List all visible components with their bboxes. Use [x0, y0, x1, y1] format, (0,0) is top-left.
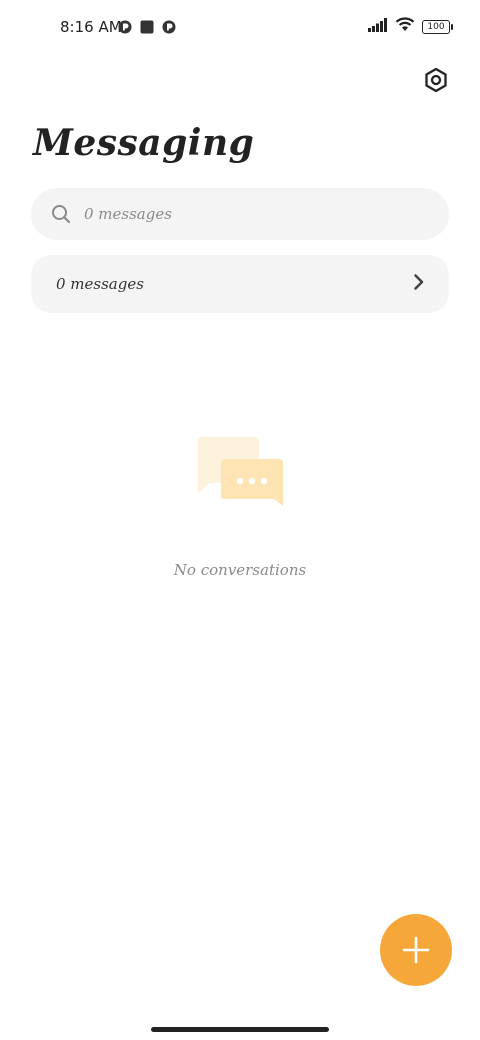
- new-conversation-button[interactable]: [380, 914, 452, 986]
- status-time: 8:16 AM: [60, 18, 122, 36]
- settings-button[interactable]: [420, 64, 452, 96]
- status-system-icons: 100: [368, 17, 453, 36]
- settings-hexagon-icon: [425, 67, 447, 93]
- signal-icon: [368, 17, 388, 36]
- empty-state-text: No conversations: [173, 561, 307, 579]
- status-notification-icons: [118, 19, 176, 38]
- battery-icon: 100: [422, 19, 453, 34]
- app-notification-icon: [118, 19, 132, 38]
- square-notification-icon: [140, 19, 154, 38]
- wifi-icon: [395, 17, 415, 36]
- plus-icon: [402, 936, 430, 964]
- home-indicator[interactable]: [151, 1027, 329, 1032]
- page-title: Messaging: [33, 122, 255, 164]
- chat-bubbles-icon: [196, 435, 286, 515]
- search-input[interactable]: [84, 205, 404, 223]
- search-icon: [51, 204, 71, 224]
- messages-row-label: 0 messages: [56, 275, 144, 293]
- chevron-right-icon: [413, 273, 425, 295]
- app-notification-icon: [162, 19, 176, 38]
- status-bar: 8:16 AM 100: [0, 0, 480, 56]
- messages-row[interactable]: 0 messages: [31, 255, 449, 313]
- search-bar[interactable]: [31, 188, 449, 240]
